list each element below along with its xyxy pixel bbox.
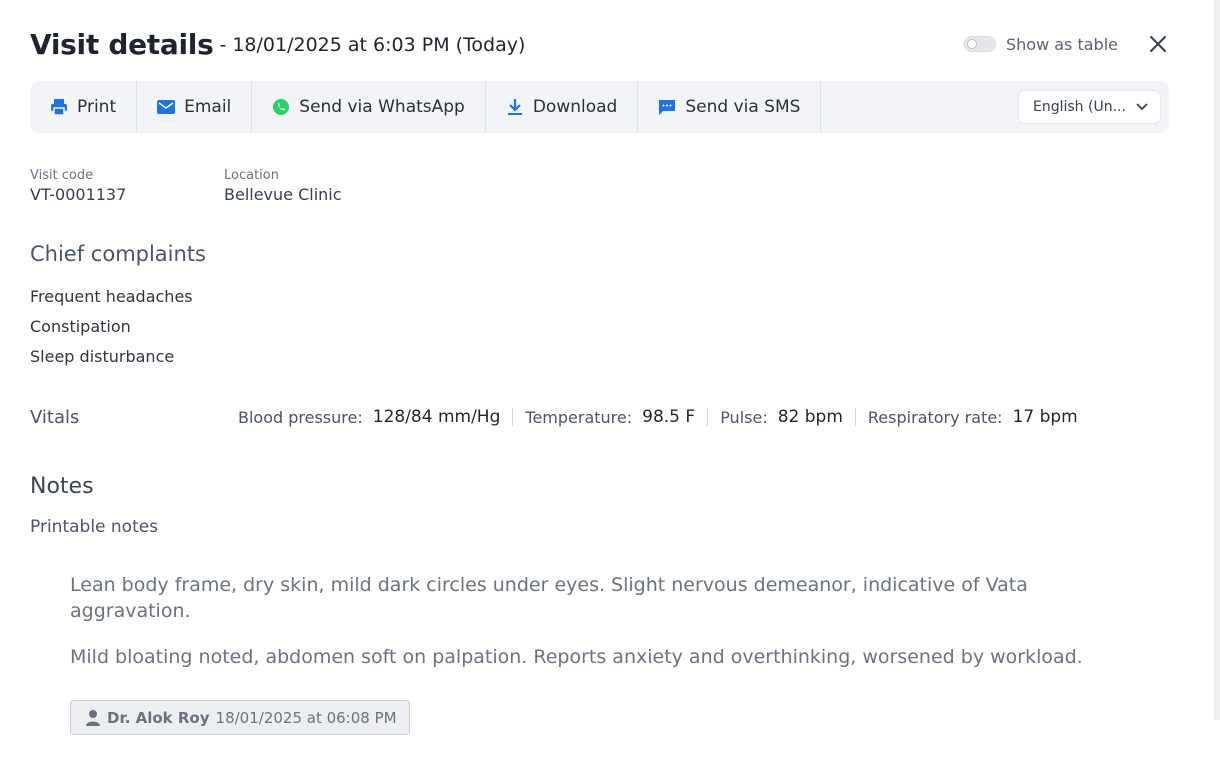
chief-complaints-heading: Chief complaints	[30, 242, 206, 266]
author-name: Dr. Alok Roy	[107, 708, 210, 727]
whatsapp-button[interactable]: Send via WhatsApp	[252, 81, 486, 133]
vital-pulse: Pulse: 82 bpm	[720, 407, 843, 427]
action-toolbar: Print Email Send via WhatsApp Download S…	[30, 81, 1169, 133]
vital-label: Respiratory rate:	[867, 407, 1003, 427]
user-icon	[86, 710, 100, 726]
complaint-item: Frequent headaches	[30, 287, 193, 306]
note-paragraph: Mild bloating noted, abdomen soft on pal…	[70, 646, 1083, 668]
modal-header: Visit details - 18/01/2025 at 6:03 PM (T…	[30, 24, 1170, 64]
chevron-down-icon	[1136, 103, 1148, 111]
visit-code-field: Visit code VT-0001137	[30, 168, 126, 204]
envelope-icon	[157, 98, 176, 116]
language-select[interactable]: English (Un...	[1018, 90, 1161, 124]
sms-label: Send via SMS	[685, 97, 801, 117]
note-paragraph: Lean body frame, dry skin, mild dark cir…	[70, 574, 1028, 622]
header-actions: Show as table	[963, 32, 1170, 56]
divider	[854, 408, 856, 426]
location-label: Location	[224, 168, 279, 183]
vitals-heading: Vitals	[30, 407, 80, 428]
download-icon	[506, 98, 524, 116]
visit-code-label: Visit code	[30, 168, 94, 183]
printable-notes-heading: Printable notes	[30, 517, 159, 537]
download-label: Download	[532, 97, 618, 117]
scrollbar[interactable]	[1214, 0, 1220, 720]
whatsapp-icon	[272, 98, 290, 116]
vital-blood-pressure: Blood pressure: 128/84 mm/Hg	[238, 407, 500, 427]
print-button[interactable]: Print	[30, 81, 138, 133]
vital-label: Temperature:	[525, 407, 633, 427]
toggle-knob	[966, 39, 977, 49]
location-value: Bellevue Clinic	[224, 185, 342, 204]
vital-temperature: Temperature: 98.5 F	[525, 407, 695, 427]
whatsapp-label: Send via WhatsApp	[299, 97, 465, 117]
vital-value: 98.5 F	[642, 407, 696, 427]
printer-icon	[50, 98, 68, 116]
note-author-badge: Dr. Alok Roy 18/01/2025 at 06:08 PM	[70, 700, 410, 735]
vitals-row: Blood pressure: 128/84 mm/Hg Temperature…	[238, 407, 1078, 427]
vital-value: 128/84 mm/Hg	[372, 407, 501, 427]
divider	[707, 408, 709, 426]
complaint-item: Constipation	[30, 317, 131, 336]
sms-button[interactable]: Send via SMS	[638, 81, 822, 133]
vital-value: 17 bpm	[1012, 407, 1078, 427]
close-button[interactable]	[1146, 32, 1170, 56]
visit-code-value: VT-0001137	[30, 185, 127, 204]
download-button[interactable]: Download	[486, 81, 639, 133]
sms-icon	[658, 98, 676, 116]
email-label: Email	[184, 97, 232, 117]
notes-heading: Notes	[30, 474, 94, 499]
visit-datetime: - 18/01/2025 at 6:03 PM (Today)	[219, 34, 526, 56]
vital-label: Blood pressure:	[238, 407, 363, 427]
vital-respiratory-rate: Respiratory rate: 17 bpm	[868, 407, 1078, 427]
vital-value: 82 bpm	[777, 407, 843, 427]
email-button[interactable]: Email	[137, 81, 253, 133]
show-as-table-label: Show as table	[1005, 34, 1118, 54]
note-timestamp: 18/01/2025 at 06:08 PM	[215, 708, 397, 727]
complaint-item: Sleep disturbance	[30, 347, 175, 366]
language-value: English (Un...	[1033, 99, 1126, 115]
page-title: Visit details	[30, 27, 214, 61]
vital-label: Pulse:	[720, 407, 768, 427]
show-as-table-toggle[interactable]	[963, 36, 996, 52]
divider	[512, 408, 514, 426]
close-icon	[1150, 36, 1166, 52]
print-label: Print	[77, 97, 117, 117]
location-field: Location Bellevue Clinic	[224, 168, 342, 204]
